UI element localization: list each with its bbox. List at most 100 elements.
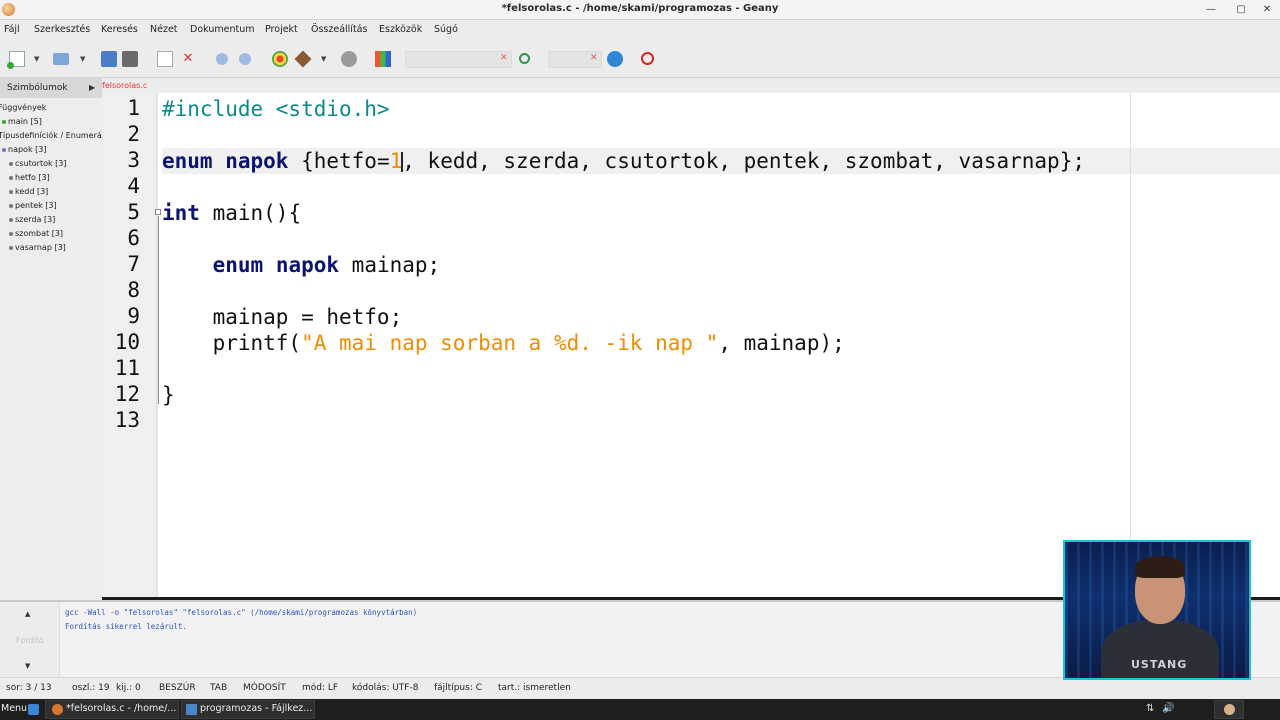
tray-app-button[interactable] (1214, 700, 1244, 719)
clear-search-icon[interactable]: ✕ (500, 53, 508, 63)
task-button-geany[interactable]: *felsorolas.c - /home/... (45, 700, 179, 719)
compiler-message[interactable]: Fordítás sikerrel lezárult. (65, 622, 187, 631)
status-indent: TAB (210, 683, 228, 693)
code-line[interactable]: } (162, 382, 1280, 408)
new-file-dropdown[interactable]: ▼ (34, 55, 42, 71)
geany-task-icon (52, 704, 63, 715)
status-encoding: kódolás: UTF-8 (352, 683, 419, 693)
menu-search[interactable]: Keresés (101, 24, 138, 35)
fold-marker-icon[interactable] (155, 209, 161, 215)
compiler-tab[interactable]: Fordító (16, 636, 44, 645)
code-view[interactable]: #include <stdio.h> enum napok {hetfo=1, k… (162, 93, 1280, 597)
symbol-label: Típusdefiníciók / Enumerá (0, 131, 102, 140)
code-line[interactable]: int main(){ (162, 200, 1280, 226)
symbol-label: pentek [3] (15, 201, 57, 210)
new-file-icon[interactable] (7, 51, 25, 69)
status-scope: tart.: ismeretlen (498, 683, 571, 693)
menu-document[interactable]: Dokumentum (190, 24, 254, 35)
back-icon[interactable] (216, 53, 228, 65)
build-icon[interactable] (294, 50, 312, 68)
shirt-print: USTANG (1131, 658, 1188, 671)
code-line[interactable] (162, 408, 1280, 434)
symbol-item[interactable]: kedd [3] (9, 187, 48, 196)
code-line[interactable] (162, 278, 1280, 304)
forward-icon[interactable] (239, 53, 251, 65)
quit-icon[interactable] (641, 52, 654, 65)
symbol-item[interactable]: csutortok [3] (9, 159, 67, 168)
symbol-item[interactable]: szerda [3] (9, 215, 55, 224)
color-chooser-icon[interactable] (375, 51, 391, 67)
save-all-icon[interactable] (122, 51, 138, 67)
document-tabs: felsorolas.c (102, 78, 1280, 93)
code-line[interactable]: enum napok mainap; (162, 252, 1280, 278)
build-dropdown[interactable]: ▼ (321, 55, 329, 71)
document-tab[interactable]: felsorolas.c (102, 81, 147, 90)
menu-edit[interactable]: Szerkesztés (34, 24, 90, 35)
symbol-label: kedd [3] (15, 187, 49, 196)
minimize-button[interactable]: — (1203, 2, 1219, 18)
task-label: programozas - Fájlkez... (200, 703, 313, 714)
line-number: 11 (114, 356, 140, 380)
close-window-button[interactable]: ✕ (1259, 2, 1275, 18)
status-column: oszl.: 19 (72, 683, 110, 693)
symbol-item[interactable]: pentek [3] (9, 201, 57, 210)
screen: *felsorolas.c - /home/skami/programozas … (0, 0, 1280, 720)
symbol-item[interactable]: main [5] (2, 117, 42, 126)
symbol-item[interactable]: Függvények (0, 103, 46, 112)
run-icon[interactable] (341, 51, 357, 67)
line-number: 10 (114, 330, 140, 354)
member-symbol-icon (9, 245, 13, 250)
task-button-file-manager[interactable]: programozas - Fájlkez... (181, 700, 315, 719)
close-icon[interactable]: ✕ (180, 51, 196, 67)
code-line[interactable]: #include <stdio.h> (162, 96, 1280, 122)
code-line[interactable]: printf("A mai nap sorban a %d. -ik nap "… (162, 330, 1280, 356)
symbol-item[interactable]: napok [3] (2, 145, 46, 154)
code-line[interactable] (162, 174, 1280, 200)
menu-build[interactable]: Összeállítás (311, 24, 367, 35)
network-icon[interactable]: ⇅ (1146, 703, 1154, 714)
open-file-icon[interactable] (53, 53, 69, 65)
code-line[interactable]: mainap = hetfo; (162, 304, 1280, 330)
line-number: 7 (127, 252, 140, 276)
code-line[interactable] (162, 122, 1280, 148)
function-symbol-icon (2, 119, 6, 124)
member-symbol-icon (9, 161, 13, 166)
code-line[interactable]: enum napok {hetfo=1, kedd, szerda, csuto… (162, 148, 1280, 174)
symbols-tab[interactable]: Szimbólumok ▶ (0, 78, 102, 98)
status-line: sor: 3 / 13 (6, 683, 52, 693)
code-line[interactable] (162, 226, 1280, 252)
editor-area[interactable]: felsorolas.c 1 2 3 4 5 6 7 8 9 10 11 12 13 #include … (102, 78, 1280, 597)
save-icon[interactable] (101, 51, 117, 67)
sidebar-tab-arrow-icon[interactable]: ▶ (89, 83, 95, 92)
tab-scroll-up-icon[interactable]: ▲ (25, 610, 30, 618)
clear-goto-icon[interactable]: ✕ (590, 53, 598, 63)
file-manager-launcher-icon[interactable] (28, 704, 39, 715)
compiler-message[interactable]: gcc -Wall -o "felsorolas" "felsorolas.c"… (65, 608, 417, 617)
symbol-item[interactable]: Típusdefiníciók / Enumerá (0, 131, 102, 140)
volume-icon[interactable]: 🔊 (1162, 703, 1174, 714)
compile-icon[interactable] (272, 51, 288, 67)
menu-tools[interactable]: Eszközök (379, 24, 422, 35)
menu-help[interactable]: Súgó (434, 24, 458, 35)
jump-to-line-icon[interactable] (607, 51, 623, 67)
open-file-dropdown[interactable]: ▼ (80, 55, 88, 71)
code-line[interactable] (162, 356, 1280, 382)
line-number: 9 (127, 304, 140, 328)
member-symbol-icon (9, 231, 13, 236)
menu-file[interactable]: Fájl (4, 24, 20, 35)
maximize-button[interactable]: ▢ (1233, 2, 1249, 18)
line-number: 3 (127, 148, 140, 172)
symbol-item[interactable]: hetfo [3] (9, 173, 50, 182)
symbol-item[interactable]: szombat [3] (9, 229, 63, 238)
menu-view[interactable]: Nézet (150, 24, 178, 35)
search-input[interactable] (405, 51, 512, 68)
start-menu-button[interactable]: Menu (1, 703, 27, 714)
revert-icon[interactable] (157, 51, 173, 67)
symbol-item[interactable]: vasarnap [3] (9, 243, 66, 252)
menu-project[interactable]: Projekt (265, 24, 298, 35)
folder-task-icon (186, 704, 197, 715)
member-symbol-icon (9, 175, 13, 180)
search-icon[interactable] (519, 53, 530, 64)
tab-scroll-down-icon[interactable]: ▼ (25, 662, 30, 670)
